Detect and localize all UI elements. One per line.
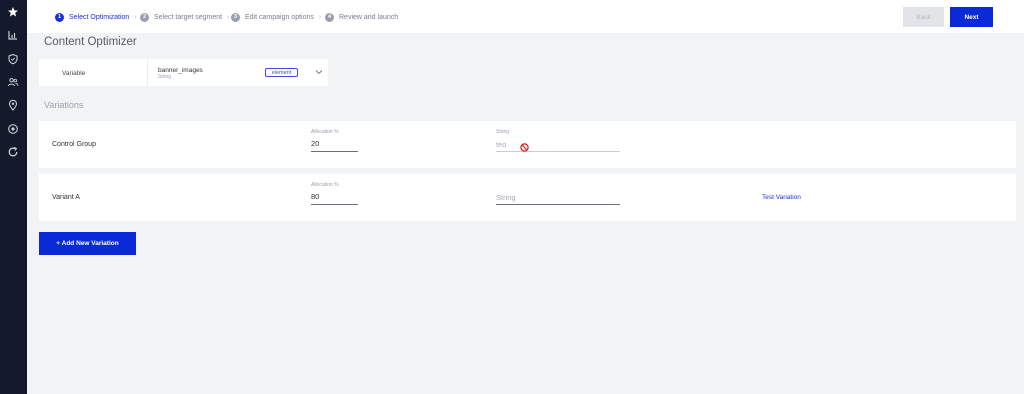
page-title: Content Optimizer <box>44 36 137 48</box>
users-icon[interactable] <box>6 75 20 89</box>
string-underline <box>496 151 620 152</box>
string-label: String <box>496 129 510 135</box>
allocation-underline <box>311 204 358 205</box>
allocation-input[interactable]: 80 <box>311 192 319 201</box>
step-label: Select Optimization <box>69 13 130 21</box>
string-underline <box>496 204 620 205</box>
variable-selector[interactable]: Variable banner_images String element <box>39 59 328 86</box>
divider <box>147 59 148 86</box>
variable-name: banner_images <box>158 67 203 74</box>
back-button[interactable]: Back <box>903 7 944 27</box>
test-variation-link[interactable]: Test Variation <box>762 194 801 201</box>
chevron-down-icon[interactable] <box>315 69 323 75</box>
string-input[interactable]: teo <box>496 140 506 149</box>
shield-icon[interactable] <box>6 52 20 66</box>
step-edit-campaign-options[interactable]: 3 Edit campaign options › <box>231 10 321 24</box>
star-icon[interactable] <box>6 5 20 19</box>
variation-name: Control Group <box>52 141 96 148</box>
allocation-underline <box>311 151 358 152</box>
allocation-label: Allocation % <box>311 129 339 135</box>
target-icon[interactable] <box>6 122 20 136</box>
allocation-label: Allocation % <box>311 182 339 188</box>
step-label: Edit campaign options <box>245 13 314 21</box>
location-pin-icon[interactable] <box>6 98 20 112</box>
step-review-and-launch[interactable]: 4 Review and launch <box>325 10 398 24</box>
bar-chart-icon[interactable] <box>6 28 20 42</box>
next-button[interactable]: Next <box>950 7 993 27</box>
not-allowed-icon <box>520 143 529 152</box>
variations-title: Variations <box>44 100 84 110</box>
element-badge: element <box>265 68 298 77</box>
chevron-right-icon: › <box>134 13 137 21</box>
step-select-target-segment[interactable]: 2 Select target segment › <box>140 10 229 24</box>
chevron-right-icon: › <box>227 13 230 21</box>
variable-label: Variable <box>62 70 86 77</box>
variation-name: Variant A <box>52 194 80 201</box>
sidebar <box>0 0 27 394</box>
step-select-optimization[interactable]: 1 Select Optimization › <box>55 10 137 24</box>
string-input[interactable]: String <box>496 193 516 202</box>
step-number: 3 <box>231 12 240 22</box>
variation-row-control-group: Control Group Allocation % 20 String teo <box>39 121 1016 168</box>
step-label: Review and launch <box>339 13 399 21</box>
step-number: 1 <box>55 12 64 22</box>
step-number: 2 <box>140 12 149 22</box>
step-number: 4 <box>325 12 334 22</box>
variation-row-variant-a: Variant A Allocation % 80 String Test Va… <box>39 174 1016 221</box>
allocation-input[interactable]: 20 <box>311 139 319 148</box>
step-label: Select target segment <box>154 13 223 21</box>
refresh-icon[interactable] <box>6 145 20 159</box>
chevron-right-icon: › <box>318 13 322 21</box>
variable-type: String <box>158 74 172 80</box>
add-new-variation-button[interactable]: + Add New Variation <box>39 232 136 255</box>
